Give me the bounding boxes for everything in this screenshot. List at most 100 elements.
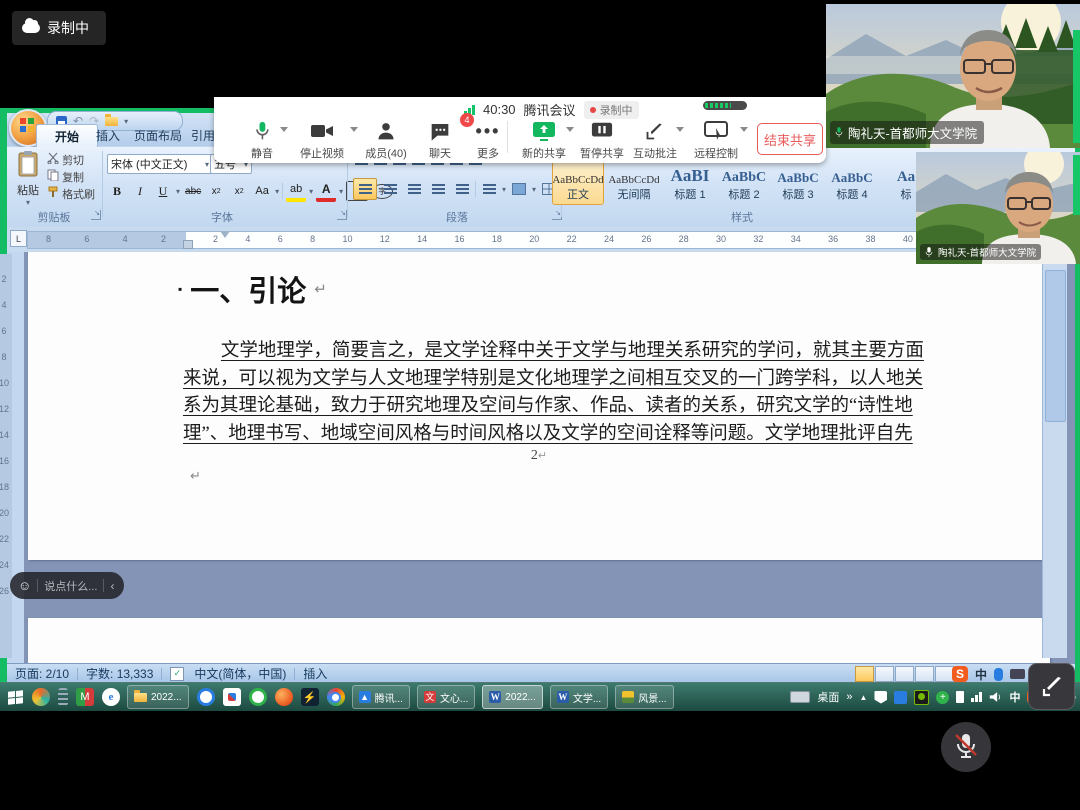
style-heading2[interactable]: AaBbC 标题 2 <box>718 161 770 205</box>
window-button-word-active[interactable]: W 2022... <box>482 685 543 709</box>
font-name-select[interactable]: 宋体 (中文正文)▾ <box>107 154 213 174</box>
chrome-icon[interactable] <box>327 688 345 706</box>
window-button-word2[interactable]: W 文学... <box>550 685 608 709</box>
members-button[interactable]: 成员(40) <box>360 119 412 161</box>
superscript-button[interactable]: x2 <box>229 182 249 200</box>
tab-insert[interactable]: 插入 <box>87 124 129 147</box>
ime-language-toggle[interactable]: 中 <box>975 666 987 683</box>
strikethrough-button[interactable]: abc <box>183 182 203 200</box>
share-options-caret[interactable] <box>566 127 574 132</box>
shading-caret-icon[interactable]: ▾ <box>532 185 536 194</box>
ime-keyboard-icon[interactable] <box>1010 669 1025 679</box>
volume-icon[interactable] <box>989 691 1002 703</box>
bluetooth-icon[interactable] <box>894 691 907 704</box>
highlight-button[interactable]: ab <box>286 180 306 202</box>
insert-mode-indicator[interactable]: 插入 <box>303 665 327 682</box>
document-page[interactable]: ▪ 一、引论 ↵ 文学地理学，简要言之，是文学诠释中关于文学与地理关系研究的学问… <box>28 252 1050 560</box>
window-button-wenxin[interactable]: 文 文心... <box>417 685 475 709</box>
underline-caret-icon[interactable]: ▾ <box>176 187 180 196</box>
change-case-caret-icon[interactable]: ▾ <box>275 187 279 196</box>
web-layout-view-button[interactable] <box>895 666 914 682</box>
word-count[interactable]: 字数: 13,333 <box>86 665 153 682</box>
show-hidden-icons[interactable]: ▲ <box>860 693 868 702</box>
align-right-button[interactable] <box>403 179 425 199</box>
pinned-app-icon[interactable]: M <box>76 688 94 706</box>
horizontal-ruler[interactable]: 8642 24681012141618202224262830323436384… <box>27 231 1069 249</box>
print-layout-view-button[interactable] <box>855 666 874 682</box>
start-button[interactable] <box>6 688 24 706</box>
page-indicator[interactable]: 页面: 2/10 <box>15 665 69 682</box>
collapse-icon[interactable]: ‹ <box>110 579 114 593</box>
style-heading3[interactable]: AaBbC 标题 3 <box>772 161 824 205</box>
mute-button[interactable]: 静音 <box>236 119 288 161</box>
flash-icon[interactable]: ⚡ <box>301 688 319 706</box>
window-button-tencent[interactable]: ▲ 腾讯... <box>352 685 410 709</box>
italic-button[interactable]: I <box>130 182 150 200</box>
paste-button[interactable]: 粘贴 ▾ <box>13 151 43 207</box>
clipboard-dialog-launcher[interactable]: ↘ <box>91 210 101 220</box>
subscript-button[interactable]: x2 <box>206 182 226 200</box>
document-page-next[interactable] <box>28 618 1050 663</box>
pinned-app-icon[interactable] <box>249 688 267 706</box>
vertical-scrollbar[interactable] <box>1042 254 1067 658</box>
distribute-button[interactable] <box>451 179 473 199</box>
network-signal-icon[interactable] <box>971 692 982 702</box>
scrollbar-thumb[interactable] <box>1045 270 1066 422</box>
shading-button[interactable] <box>508 179 530 199</box>
pinned-app-icon[interactable] <box>197 688 215 706</box>
chat-input-placeholder[interactable]: 说点什么... <box>44 578 97 594</box>
emoji-icon[interactable]: ☺ <box>18 578 31 593</box>
style-no-spacing[interactable]: AaBbCcDd 无间隔 <box>608 161 660 205</box>
annotation-fab[interactable] <box>1028 663 1075 710</box>
new-share-button[interactable]: 新的共享 <box>518 119 570 161</box>
align-center-button[interactable] <box>379 179 401 199</box>
format-painter-button[interactable]: 格式刷 <box>47 186 95 203</box>
align-left-button[interactable] <box>353 178 377 200</box>
spellcheck-icon[interactable]: ✓ <box>170 667 184 681</box>
tab-stop-selector[interactable]: L <box>10 230 27 247</box>
touch-keyboard-icon[interactable] <box>790 691 810 703</box>
firefox-icon[interactable] <box>275 688 293 706</box>
annotate-options-caret[interactable] <box>676 127 684 132</box>
stop-video-button[interactable]: 停止视频 <box>296 119 348 161</box>
end-share-button[interactable]: 结束共享 <box>757 123 823 155</box>
pinned-app-icon[interactable] <box>223 688 241 706</box>
line-spacing-button[interactable] <box>478 179 500 199</box>
sogou-ime-icon[interactable]: S <box>952 666 968 682</box>
remote-options-caret[interactable] <box>740 127 748 132</box>
highlight-caret-icon[interactable]: ▾ <box>309 187 313 196</box>
remote-control-button[interactable]: 远程控制 <box>690 119 742 161</box>
mic-muted-indicator[interactable] <box>941 722 991 772</box>
style-heading4[interactable]: AaBbC 标题 4 <box>826 161 878 205</box>
language-indicator[interactable]: 中文(简体，中国) <box>194 665 286 682</box>
fullscreen-view-button[interactable] <box>875 666 894 682</box>
ime-tray-mode[interactable]: 中 <box>1009 689 1020 705</box>
vertical-ruler[interactable]: 2468101214161820222426 <box>0 254 12 658</box>
mute-options-caret[interactable] <box>280 127 288 132</box>
pause-share-button[interactable]: 暂停共享 <box>576 119 628 161</box>
cut-button[interactable]: 剪切 <box>47 152 95 169</box>
action-center-flag-icon[interactable] <box>874 691 887 704</box>
chevron-icon[interactable]: » <box>846 691 852 703</box>
style-normal[interactable]: AaBbCcDd 正文 <box>552 161 604 205</box>
pinned-app-icon[interactable] <box>32 688 50 706</box>
participant-video-2[interactable]: 陶礼天-首都师大文学院 <box>916 152 1080 264</box>
window-button-photos[interactable]: 风景... <box>615 685 673 709</box>
justify-button[interactable] <box>427 179 449 199</box>
nvidia-icon[interactable] <box>914 690 929 705</box>
outline-view-button[interactable] <box>915 666 934 682</box>
copy-button[interactable]: 复制 <box>47 169 95 186</box>
annotate-button[interactable]: 互动批注 <box>629 119 681 161</box>
left-indent-marker[interactable] <box>183 240 193 249</box>
participant-video-1[interactable]: 陶礼天-首都师大文学院 <box>826 4 1080 148</box>
updater-icon[interactable]: + <box>936 691 949 704</box>
style-heading1[interactable]: AaBI 标题 1 <box>664 161 716 205</box>
font-color-caret-icon[interactable]: ▾ <box>339 187 343 196</box>
desktop-toolbar-label[interactable]: 桌面 <box>817 689 839 705</box>
change-case-button[interactable]: Aa <box>252 182 272 200</box>
power-icon[interactable] <box>956 691 964 703</box>
underline-button[interactable]: U <box>153 182 173 200</box>
font-dialog-launcher[interactable]: ↘ <box>337 210 347 220</box>
font-color-button[interactable]: A <box>316 180 336 202</box>
folder-window-button[interactable]: 2022... <box>127 685 189 709</box>
